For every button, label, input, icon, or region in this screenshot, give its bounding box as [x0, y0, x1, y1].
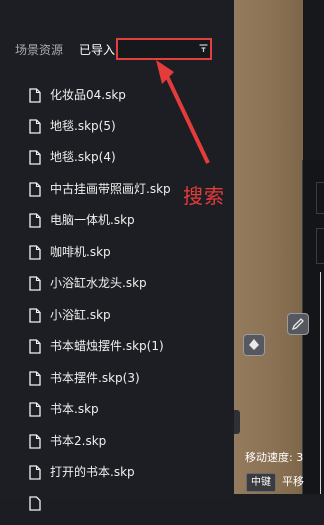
file-icon: [29, 434, 41, 449]
file-icon: [29, 371, 41, 386]
list-item[interactable]: 书本摆件.skp(3): [0, 369, 234, 400]
tab-imported[interactable]: 已导入: [79, 42, 115, 58]
file-label: 化妆品04.skp: [50, 88, 126, 102]
file-icon: [29, 339, 41, 354]
file-icon: [29, 213, 41, 228]
file-label: 电脑一体机.skp: [50, 213, 135, 227]
file-icon: [29, 276, 41, 291]
file-label: 打开的书本.skp: [50, 465, 135, 479]
fill-bucket-icon: [249, 339, 259, 350]
file-icon: [29, 308, 41, 323]
file-label: 地毯.skp(4): [50, 150, 116, 164]
file-icon: [29, 150, 41, 165]
draw-tool-button[interactable]: [287, 313, 309, 335]
list-item[interactable]: 书本.skp: [0, 400, 234, 431]
side-panel-frame: [316, 228, 324, 264]
file-label: 小浴缸.skp: [50, 308, 111, 322]
pan-label: 平移: [282, 475, 304, 488]
file-icon: [29, 245, 41, 260]
asset-panel: 场景资源 已导入 化妆品04.skp 地毯.skp(5) 地毯.skp(4) 中…: [0, 0, 234, 511]
viewport-bottom-strip: [234, 494, 324, 500]
annotation-arrow: [156, 60, 210, 164]
filter-icon[interactable]: [199, 43, 208, 53]
side-panel-frame: [316, 182, 324, 214]
list-item[interactable]: 打开的书本.skp: [0, 463, 234, 494]
file-label: 咖啡机.skp: [50, 245, 111, 259]
annotation-label: 搜索: [183, 184, 225, 208]
file-label: 地毯.skp(5): [50, 119, 116, 133]
file-label: 书本蜡烛摆件.skp(1): [50, 339, 164, 353]
file-label: 书本2.skp: [50, 434, 107, 448]
file-icon: [29, 465, 41, 480]
list-item[interactable]: 小浴缸水龙头.skp: [0, 274, 234, 305]
move-speed-label: 移动速度: 3: [245, 451, 304, 464]
fill-tool-button[interactable]: [243, 334, 265, 356]
middle-key-chip: 中键: [246, 473, 276, 492]
file-label: 中古挂画带照画灯.skp: [50, 182, 171, 196]
file-label: 书本摆件.skp(3): [50, 371, 140, 385]
list-item[interactable]: 书本蜡烛摆件.skp(1): [0, 337, 234, 368]
list-item[interactable]: 小浴缸.skp: [0, 306, 234, 337]
list-item[interactable]: 咖啡机.skp: [0, 243, 234, 274]
file-icon: [29, 119, 41, 134]
file-icon: [29, 182, 41, 197]
viewport-side-panel-top: [303, 0, 324, 160]
tab-scene-assets[interactable]: 场景资源: [15, 42, 63, 58]
file-icon: [29, 496, 41, 511]
search-input[interactable]: [116, 38, 212, 60]
file-label: 书本.skp: [50, 402, 99, 416]
side-panel-frame: [320, 272, 324, 500]
viewport-background: [234, 0, 304, 500]
list-item[interactable]: 书本2.skp: [0, 432, 234, 463]
file-icon: [29, 402, 41, 417]
panel-collapse-handle[interactable]: [234, 410, 240, 434]
list-item[interactable]: 电脑一体机.skp: [0, 211, 234, 242]
pencil-icon: [291, 318, 304, 331]
file-label: 小浴缸水龙头.skp: [50, 276, 147, 290]
file-icon: [29, 88, 41, 103]
list-item-partial[interactable]: [0, 494, 234, 525]
